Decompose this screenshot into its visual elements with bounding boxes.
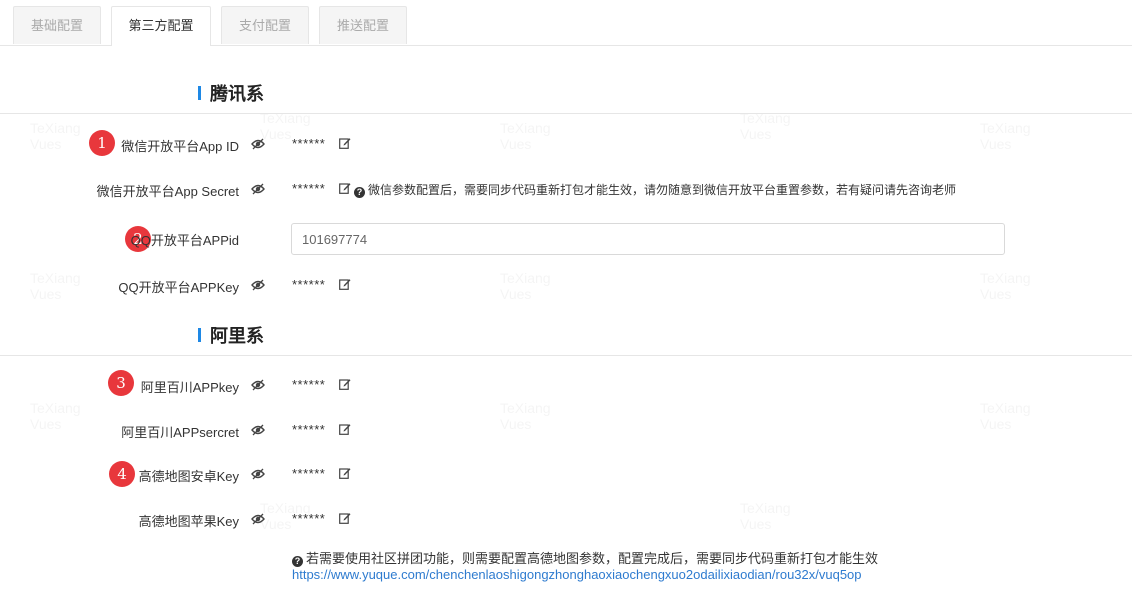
edit-icon[interactable] <box>339 423 351 435</box>
field-row-amap-android: 4 高德地图安卓Key ****** <box>0 459 1132 489</box>
tab-push-config[interactable]: 推送配置 <box>319 6 407 44</box>
eye-icon[interactable] <box>251 279 265 291</box>
field-value-masked: ****** <box>292 136 326 151</box>
field-row-baichuan-appkey: 3 阿里百川APPkey ****** <box>0 370 1132 400</box>
section-title-tencent: 腾讯系 <box>210 84 264 104</box>
field-label: QQ开放平台APPid <box>130 233 239 248</box>
eye-icon[interactable] <box>251 468 265 480</box>
field-row-qq-appkey: QQ开放平台APPKey ****** <box>0 270 1132 300</box>
section-marker <box>198 86 201 100</box>
section-tencent: 腾讯系 <box>0 71 1132 114</box>
field-value-masked: ****** <box>292 511 326 526</box>
field-label: 阿里百川APPsercret <box>121 425 239 440</box>
footer-note-text: 若需要使用社区拼团功能，则需要配置高德地图参数，配置完成后，需要同步代码重新打包… <box>306 551 879 566</box>
edit-icon[interactable] <box>339 137 351 149</box>
help-doc-link[interactable]: https://www.yuque.com/chenchenlaoshigong… <box>292 567 862 582</box>
tab-basic-config[interactable]: 基础配置 <box>13 6 101 44</box>
edit-icon[interactable] <box>339 278 351 290</box>
edit-icon[interactable] <box>339 182 351 194</box>
eye-icon[interactable] <box>251 379 265 391</box>
field-value-masked: ****** <box>292 277 326 292</box>
edit-icon[interactable] <box>339 378 351 390</box>
annotation-badge-1: 1 <box>89 130 115 156</box>
field-row-qq-appid: 2 QQ开放平台APPid <box>0 223 1132 255</box>
annotation-badge-4: 4 <box>109 461 135 487</box>
field-value-masked: ****** <box>292 181 326 196</box>
field-label: 阿里百川APPkey <box>140 380 239 395</box>
field-hint-text: 微信参数配置后，需要同步代码重新打包才能生效，请勿随意到微信开放平台重置参数，若… <box>368 183 957 197</box>
field-value-masked: ****** <box>292 466 326 481</box>
field-row-wechat-secret: 微信开放平台App Secret ****** ? 微信参数配置后，需要同步代码重… <box>0 174 1132 204</box>
tab-third-party-config[interactable]: 第三方配置 <box>111 6 211 46</box>
edit-icon[interactable] <box>339 467 351 479</box>
field-row-baichuan-secret: 阿里百川APPsercret ****** <box>0 415 1132 445</box>
field-label: QQ开放平台APPKey <box>118 280 239 295</box>
field-row-wechat-appid: 1 微信开放平台App ID ****** <box>0 129 1132 159</box>
eye-icon[interactable] <box>251 183 265 195</box>
footer-note: ? 若需要使用社区拼团功能，则需要配置高德地图参数，配置完成后，需要同步代码重新打… <box>292 548 878 567</box>
field-label: 微信开放平台App Secret <box>96 184 239 199</box>
section-title-ali: 阿里系 <box>210 326 264 346</box>
field-label: 高德地图苹果Key <box>138 514 239 529</box>
annotation-badge-3: 3 <box>108 370 134 396</box>
question-circle-icon: ? <box>292 556 303 567</box>
question-circle-icon: ? <box>354 187 365 198</box>
eye-icon[interactable] <box>251 138 265 150</box>
field-label: 高德地图安卓Key <box>138 469 239 484</box>
tab-payment-config[interactable]: 支付配置 <box>221 6 309 44</box>
qq-appid-input[interactable] <box>291 223 1005 255</box>
edit-icon[interactable] <box>339 512 351 524</box>
config-tabs: 基础配置 第三方配置 支付配置 推送配置 <box>0 0 1132 46</box>
field-value-masked: ****** <box>292 377 326 392</box>
section-ali: 阿里系 <box>0 313 1132 356</box>
field-row-amap-ios: 高德地图苹果Key ****** <box>0 504 1132 534</box>
field-label: 微信开放平台App ID <box>121 139 239 154</box>
field-value-masked: ****** <box>292 422 326 437</box>
field-hint: ? 微信参数配置后，需要同步代码重新打包才能生效，请勿随意到微信开放平台重置参数，… <box>354 181 956 198</box>
eye-icon[interactable] <box>251 513 265 525</box>
eye-icon[interactable] <box>251 424 265 436</box>
section-marker <box>198 328 201 342</box>
